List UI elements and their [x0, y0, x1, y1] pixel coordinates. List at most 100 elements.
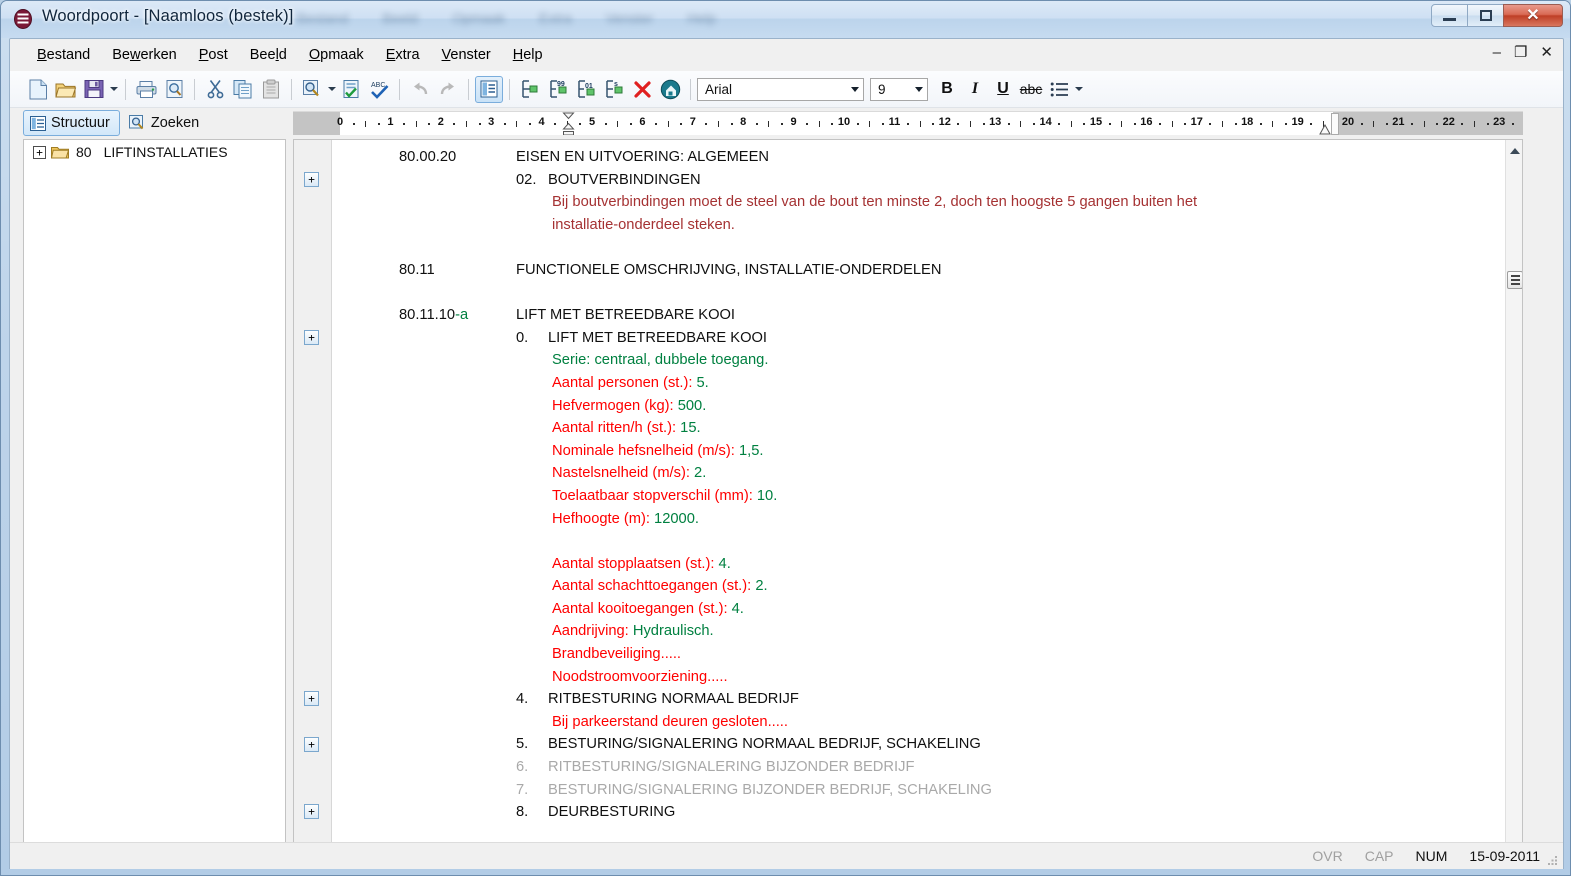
- print-preview-button[interactable]: [160, 76, 188, 103]
- copy-button[interactable]: [229, 76, 257, 103]
- outline-expand-button[interactable]: +: [304, 804, 319, 820]
- document-line[interactable]: Aantal ritten/h (st.): 15.: [333, 417, 1522, 440]
- paste-button[interactable]: [257, 76, 285, 103]
- document-line[interactable]: 7. BESTURING/SIGNALERING BIJZONDER BEDRIJ…: [333, 779, 1522, 802]
- save-button[interactable]: [80, 76, 108, 103]
- mdi-close-button[interactable]: ✕: [1540, 45, 1553, 60]
- outline-expand-button[interactable]: +: [304, 736, 319, 752]
- mdi-minimize-button[interactable]: –: [1493, 45, 1501, 60]
- outline-expand-button[interactable]: +: [304, 171, 319, 187]
- list-dropdown-arrow[interactable]: [1073, 76, 1084, 103]
- redo-button[interactable]: [434, 76, 462, 103]
- tree-expander-icon[interactable]: +: [33, 145, 46, 159]
- insert-dot-item-button[interactable]: 01: [572, 76, 600, 103]
- document-line[interactable]: [333, 530, 1522, 553]
- document-line[interactable]: [333, 282, 1522, 305]
- horizontal-ruler[interactable]: 0 1 2 3 4 5 6 7 8 9 10 11 12 13 14 15 16 17 18 19 20 21 22 23: [293, 111, 1523, 135]
- document-line[interactable]: Noodstroomvoorziening.....: [333, 666, 1522, 689]
- document-line[interactable]: 8. DEURBESTURING: [333, 801, 1522, 824]
- menu-post[interactable]: Post: [188, 43, 239, 67]
- undo-button[interactable]: [406, 76, 434, 103]
- outline-view-button[interactable]: [475, 75, 503, 103]
- menu-bestand[interactable]: Bestand: [26, 43, 101, 67]
- list-button[interactable]: [1045, 76, 1073, 103]
- print-button[interactable]: [132, 76, 160, 103]
- first-line-indent-marker[interactable]: [562, 112, 575, 135]
- find-button[interactable]: [298, 76, 326, 103]
- save-dropdown-arrow[interactable]: [108, 76, 119, 103]
- document-line-number: 5.: [516, 736, 529, 753]
- tree-item-liftinstallaties[interactable]: + 80 LIFTINSTALLATIES: [24, 140, 285, 164]
- document-line[interactable]: Toelaatbaar stopverschil (mm): 10.: [333, 485, 1522, 508]
- document-line[interactable]: Brandbeveiliging.....: [333, 643, 1522, 666]
- document-line[interactable]: Aantal personen (st.): 5.: [333, 372, 1522, 395]
- document-line[interactable]: Nastelsnelheid (m/s): 2.: [333, 462, 1522, 485]
- insert-s-item-button[interactable]: s: [600, 76, 628, 103]
- document-body[interactable]: 80.00.20 EISEN EN UITVOERING: ALGEMEEN 02.…: [333, 140, 1522, 842]
- spellcheck-list-button[interactable]: [337, 76, 365, 103]
- outline-expand-button[interactable]: +: [304, 691, 319, 707]
- font-name-dropdown-arrow[interactable]: [851, 79, 859, 100]
- document-line[interactable]: Aandrijving: Hydraulisch.: [333, 620, 1522, 643]
- document-line[interactable]: Bij parkeerstand deuren gesloten.....: [333, 711, 1522, 734]
- document-line[interactable]: Nominale hefsnelheid (m/s): 1,5.: [333, 440, 1522, 463]
- browse-object-button[interactable]: [1507, 271, 1522, 289]
- underline-button[interactable]: U: [989, 76, 1017, 103]
- menu-venster[interactable]: Venster: [431, 43, 502, 67]
- right-indent-marker[interactable]: [1319, 124, 1331, 135]
- structure-tree-panel[interactable]: + 80 LIFTINSTALLATIES: [23, 139, 286, 843]
- document-line[interactable]: Serie: centraal, dubbele toegang.: [333, 349, 1522, 372]
- document-line[interactable]: installatie-onderdeel steken.: [333, 214, 1522, 237]
- spelling-button[interactable]: ABC: [365, 76, 393, 103]
- tab-zoeken[interactable]: Zoeken: [122, 110, 209, 136]
- document-line[interactable]: Hefhoogte (m): 12000.: [333, 508, 1522, 531]
- document-line[interactable]: 80.11 FUNCTIONELE OMSCHRIJVING, INSTALLAT…: [333, 259, 1522, 282]
- document-line[interactable]: 80.00.20 EISEN EN UITVOERING: ALGEMEEN: [333, 146, 1522, 169]
- delete-button[interactable]: [628, 76, 656, 103]
- menu-help[interactable]: Help: [502, 43, 554, 67]
- new-document-button[interactable]: [24, 76, 52, 103]
- document-line[interactable]: Aantal stopplaatsen (st.): 4.: [333, 553, 1522, 576]
- font-name-combo[interactable]: Arial: [697, 77, 864, 101]
- cut-button[interactable]: [201, 76, 229, 103]
- outline-expand-button[interactable]: +: [304, 329, 319, 345]
- bold-button[interactable]: B: [933, 76, 961, 103]
- document-line[interactable]: 80.11.10-a LIFT MET BETREEDBARE KOOI: [333, 304, 1522, 327]
- document-line[interactable]: 6. RITBESTURING/SIGNALERING BIJZONDER BED…: [333, 756, 1522, 779]
- scroll-up-arrow-icon[interactable]: [1506, 143, 1522, 159]
- export-button[interactable]: [656, 76, 684, 103]
- document-line[interactable]: [333, 236, 1522, 259]
- document-line[interactable]: 02. BOUTVERBINDINGEN: [333, 169, 1522, 192]
- strikethrough-button[interactable]: abc: [1017, 76, 1045, 103]
- document-line[interactable]: Aantal schachttoegangen (st.): 2.: [333, 575, 1522, 598]
- document-line[interactable]: Bij boutverbindingen moet de steel van d…: [333, 191, 1522, 214]
- menu-extra[interactable]: Extra: [375, 43, 431, 67]
- resize-grip-icon[interactable]: [1546, 853, 1559, 866]
- mdi-restore-button[interactable]: ❐: [1514, 45, 1527, 60]
- document-editor[interactable]: + + + + + 80.00.20 EISEN EN UITVOERING: ALGEM…: [293, 139, 1523, 843]
- minimize-window-button[interactable]: [1431, 4, 1468, 27]
- insert-numbered-item-button[interactable]: 99: [544, 76, 572, 103]
- menu-opmaak[interactable]: Opmaak: [298, 43, 375, 67]
- document-line[interactable]: 5. BESTURING/SIGNALERING NORMAAL BEDRIJF,…: [333, 733, 1522, 756]
- editor-vertical-scrollbar[interactable]: [1505, 140, 1522, 842]
- right-margin-bar[interactable]: [1331, 113, 1339, 135]
- document-line[interactable]: Aantal kooitoegangen (st.): 4.: [333, 598, 1522, 621]
- close-window-button[interactable]: ✕: [1503, 4, 1563, 27]
- restore-window-button[interactable]: [1467, 4, 1504, 27]
- menu-bewerken[interactable]: Bewerken: [101, 43, 188, 67]
- ruler-tick: [705, 123, 708, 125]
- insert-item-button[interactable]: [516, 76, 544, 103]
- open-document-button[interactable]: [52, 76, 80, 103]
- ruler-tick: [1033, 123, 1035, 125]
- document-line[interactable]: 0. LIFT MET BETREEDBARE KOOI: [333, 327, 1522, 350]
- ruler-tick: [1234, 123, 1237, 125]
- document-line[interactable]: 4. RITBESTURING NORMAAL BEDRIJF: [333, 688, 1522, 711]
- italic-button[interactable]: I: [961, 76, 989, 103]
- font-size-combo[interactable]: 9: [870, 77, 928, 101]
- document-line[interactable]: Hefvermogen (kg): 500.: [333, 395, 1522, 418]
- menu-beeld[interactable]: Beeld: [239, 43, 298, 67]
- find-dropdown-arrow[interactable]: [326, 76, 337, 103]
- font-size-dropdown-arrow[interactable]: [915, 79, 923, 100]
- tab-structuur[interactable]: Structuur: [23, 110, 120, 136]
